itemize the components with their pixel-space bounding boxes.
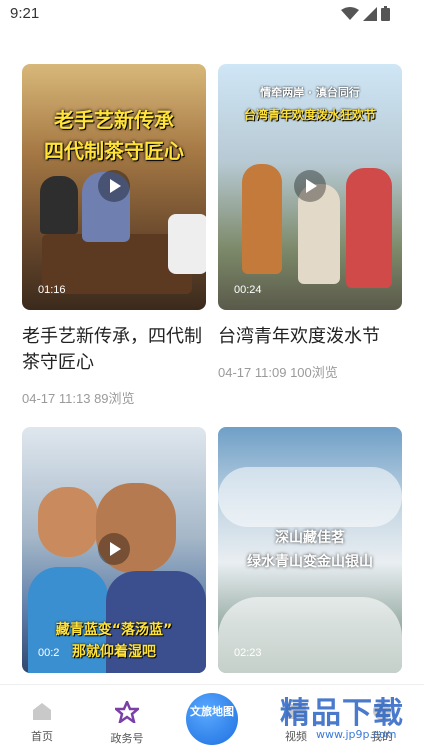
nav-item-gov[interactable]: 政务号 (97, 698, 157, 746)
video-card[interactable]: 老手艺新传承 四代制茶守匠心 01:16 老手艺新传承，四代制茶守匠心 04-1… (22, 64, 206, 407)
overlay-line: 老手艺新传承 (54, 108, 174, 132)
video-views: 89浏览 (94, 391, 135, 406)
video-thumbnail[interactable]: 深山藏佳茗 绿水青山变金山银山 02:23 (218, 427, 402, 673)
nav-item-home[interactable]: 首页 (12, 701, 72, 744)
video-card[interactable]: 藏青蓝变“落汤蓝” 那就仰着湿吧 00:2 (22, 427, 206, 673)
nav-label: 政务号 (110, 733, 144, 745)
thumbnail-overlay-title: 情牵两岸 · 滇台同行 台湾青年欢度泼水狂欢节 (218, 84, 402, 123)
overlay-line: 绿水青山变金山银山 (247, 554, 373, 570)
video-duration: 01:16 (38, 284, 66, 296)
watermark-text: 精品下载 (280, 696, 404, 731)
video-card[interactable]: 深山藏佳茗 绿水青山变金山银山 02:23 (218, 427, 402, 673)
play-button[interactable] (98, 170, 130, 202)
home-icon (33, 703, 51, 720)
overlay-line: 藏青蓝变“落汤蓝” (55, 622, 173, 638)
play-button[interactable] (294, 170, 326, 202)
signal-icon (363, 6, 377, 21)
overlay-line: 深山藏佳茗 (275, 530, 345, 546)
video-thumbnail[interactable]: 情牵两岸 · 滇台同行 台湾青年欢度泼水狂欢节 00:24 (218, 64, 402, 310)
video-thumbnail[interactable]: 老手艺新传承 四代制茶守匠心 01:16 (22, 64, 206, 310)
thumbnail-overlay-title: 老手艺新传承 四代制茶守匠心 (22, 104, 206, 164)
video-thumbnail[interactable]: 藏青蓝变“落汤蓝” 那就仰着湿吧 00:2 (22, 427, 206, 673)
center-map-button[interactable]: 文旅地图 (186, 693, 238, 745)
thumbnail-overlay-title: 深山藏佳茗 绿水青山变金山银山 (218, 527, 402, 571)
play-button[interactable] (98, 533, 130, 565)
watermark-sub: www.jp9p.com (316, 728, 397, 741)
video-meta: 04-17 11:09 100浏览 (218, 362, 402, 381)
star-icon (112, 698, 142, 725)
video-duration: 00:2 (38, 647, 60, 659)
center-map-label: 文旅地图 (190, 705, 234, 718)
video-card[interactable]: 情牵两岸 · 滇台同行 台湾青年欢度泼水狂欢节 00:24 台湾青年欢度泼水节 … (218, 64, 402, 381)
battery-icon (381, 6, 390, 21)
overlay-line: 四代制茶守匠心 (44, 139, 184, 163)
video-date: 04-17 11:09 (218, 365, 287, 380)
status-bar: 9:21 (0, 0, 424, 30)
nav-label: 首页 (31, 731, 53, 743)
overlay-line: 情牵两岸 · 滇台同行 (260, 86, 360, 99)
overlay-line: 台湾青年欢度泼水狂欢节 (243, 108, 376, 122)
status-time: 9:21 (10, 5, 40, 22)
video-date: 04-17 11:13 (22, 391, 91, 406)
watermark-logo: 精品下载 www.jp9p.com (276, 686, 424, 754)
video-title[interactable]: 台湾青年欢度泼水节 (218, 324, 402, 350)
video-meta: 04-17 11:13 89浏览 (22, 388, 206, 407)
wifi-icon (341, 6, 359, 20)
video-duration: 00:24 (234, 284, 262, 296)
video-views: 100浏览 (290, 365, 338, 380)
status-icons (341, 6, 390, 21)
video-duration: 02:23 (234, 647, 262, 659)
video-title[interactable]: 老手艺新传承，四代制茶守匠心 (22, 324, 206, 376)
